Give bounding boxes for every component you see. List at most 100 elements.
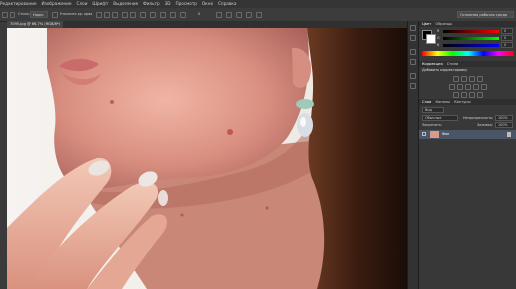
align-icon[interactable] xyxy=(122,11,128,18)
blend-mode-value: Обычные xyxy=(425,116,442,120)
red-value: 0 xyxy=(504,29,507,33)
layer-filter-value: Вид xyxy=(425,108,432,112)
hue-saturation-adjust-icon[interactable] xyxy=(457,84,463,90)
layer-filter-select[interactable]: Вид xyxy=(422,107,444,113)
character-icon[interactable] xyxy=(410,73,416,79)
menu-item[interactable]: Изображение xyxy=(41,1,71,6)
menu-item[interactable]: Редактирование xyxy=(0,1,37,6)
tab-swatches[interactable]: Образцы xyxy=(435,22,452,26)
layer-row[interactable]: Фон xyxy=(419,130,516,139)
fill-label: Заливка: xyxy=(477,123,493,127)
opacity-label: Непрозрачность: xyxy=(463,116,494,120)
properties-icon[interactable] xyxy=(410,35,416,41)
document-canvas[interactable] xyxy=(7,28,407,289)
lock-label: Закрепить: xyxy=(422,123,443,127)
layers-panel-tabs: Слои Каналы Контуры xyxy=(419,99,516,105)
curves-adjust-icon[interactable] xyxy=(469,76,475,82)
green-value: 0 xyxy=(504,36,507,40)
visibility-eye-icon[interactable] xyxy=(422,132,426,136)
layer-thumbnail xyxy=(430,131,439,138)
workspace-select[interactable]: Основная рабочая среда xyxy=(457,11,514,18)
3d-slide-icon[interactable] xyxy=(246,11,252,18)
fill-field[interactable]: 100% xyxy=(495,122,513,128)
align-icon[interactable] xyxy=(104,11,110,18)
color-balance-adjust-icon[interactable] xyxy=(465,84,471,90)
brush-presets-icon[interactable] xyxy=(410,59,416,65)
green-value-field[interactable]: 0 xyxy=(501,35,513,41)
tab-paths[interactable]: Контуры xyxy=(454,100,470,104)
tab-layers[interactable]: Слои xyxy=(422,100,431,104)
3d-scale-icon[interactable] xyxy=(256,11,262,18)
layer-icon[interactable] xyxy=(96,11,102,18)
brush-size-icon[interactable] xyxy=(10,11,15,18)
adjustments-title: Добавить корректировку xyxy=(422,68,468,72)
align-icon[interactable] xyxy=(130,11,136,18)
tool-preset-icon[interactable] xyxy=(2,11,8,18)
menu-item[interactable]: Шрифт xyxy=(92,1,108,6)
vibrance-adjust-icon[interactable] xyxy=(449,84,455,90)
3d-rotate-icon[interactable] xyxy=(216,11,222,18)
paragraph-icon[interactable] xyxy=(410,83,416,89)
document-tab-bar: 7095.jpg @ 66,7% (RGB/8*) xyxy=(7,21,407,28)
channel-label: R xyxy=(437,29,440,33)
channel-label: G xyxy=(437,36,440,40)
tab-channels[interactable]: Каналы xyxy=(436,100,450,104)
3d-roll-icon[interactable] xyxy=(226,11,232,18)
blend-mode-select[interactable]: Обычные xyxy=(422,115,458,121)
green-slider[interactable] xyxy=(443,37,499,40)
tab-styles[interactable]: Стили xyxy=(447,62,459,66)
blue-value-field[interactable]: 0 xyxy=(501,42,513,48)
levels-adjust-icon[interactable] xyxy=(461,76,467,82)
brush-icon[interactable] xyxy=(410,49,416,55)
red-value-field[interactable]: 0 xyxy=(501,28,513,34)
3d-drag-icon[interactable] xyxy=(236,11,242,18)
tools-panel xyxy=(0,22,7,289)
menu-item[interactable]: 3D xyxy=(165,1,171,6)
menu-item[interactable]: Окно xyxy=(202,1,213,6)
red-slider[interactable] xyxy=(443,30,499,33)
menu-item[interactable]: Фильтр xyxy=(143,1,160,6)
blue-value: 0 xyxy=(504,43,507,47)
mode-select[interactable]: Норм. xyxy=(30,11,48,18)
distribute-icon[interactable] xyxy=(170,11,176,18)
layer-name: Фон xyxy=(442,132,450,136)
distribute-icon[interactable] xyxy=(160,11,166,18)
distribute-icon[interactable] xyxy=(150,11,156,18)
menu-item[interactable]: Просмотр xyxy=(175,1,197,6)
menu-item[interactable]: Выделение xyxy=(113,1,138,6)
color-panel-tabs: Цвет Образцы xyxy=(419,21,516,27)
posterize-adjust-icon[interactable] xyxy=(461,92,467,98)
history-icon[interactable] xyxy=(410,25,416,31)
edge-label[interactable]: Уточнить кр. края xyxy=(60,12,92,17)
menu-item[interactable]: Справка xyxy=(218,1,236,6)
invert-adjust-icon[interactable] xyxy=(453,92,459,98)
black-white-adjust-icon[interactable] xyxy=(473,84,479,90)
channel-label: B xyxy=(437,43,440,47)
brightness-adjust-icon[interactable] xyxy=(453,76,459,82)
opacity-field[interactable]: 100% xyxy=(495,115,513,121)
lock-icon xyxy=(507,132,511,137)
fill-value: 100% xyxy=(498,123,508,127)
adjustments-panel-tabs: Коррекция Стили xyxy=(419,61,516,67)
3d-mode-label: 0 xyxy=(198,12,201,16)
blue-slider[interactable] xyxy=(443,44,499,47)
gradient-map-adjust-icon[interactable] xyxy=(477,92,483,98)
tab-adjustments[interactable]: Коррекция xyxy=(422,62,443,66)
tab-color[interactable]: Цвет xyxy=(422,22,431,26)
opacity-value: 100% xyxy=(498,116,508,120)
distribute-icon[interactable] xyxy=(180,11,186,18)
distribute-icon[interactable] xyxy=(140,11,146,18)
mode-label: Стиль: xyxy=(18,12,30,16)
exposure-adjust-icon[interactable] xyxy=(477,76,483,82)
airbrush-icon[interactable] xyxy=(52,11,58,18)
photo-filter-adjust-icon[interactable] xyxy=(481,84,487,90)
align-icon[interactable] xyxy=(112,11,118,18)
right-panels: Цвет Образцы R 0 G 0 B 0 Коррекция Стили… xyxy=(418,21,516,289)
threshold-adjust-icon[interactable] xyxy=(469,92,475,98)
menu-bar: Редактирование Изображение Слои Шрифт Вы… xyxy=(0,0,516,8)
background-color-swatch[interactable] xyxy=(426,34,436,44)
color-spectrum-bar[interactable] xyxy=(422,51,514,56)
photo-image xyxy=(7,28,407,289)
document-tab[interactable]: 7095.jpg @ 66,7% (RGB/8*) xyxy=(7,21,64,28)
menu-item[interactable]: Слои xyxy=(77,1,88,6)
